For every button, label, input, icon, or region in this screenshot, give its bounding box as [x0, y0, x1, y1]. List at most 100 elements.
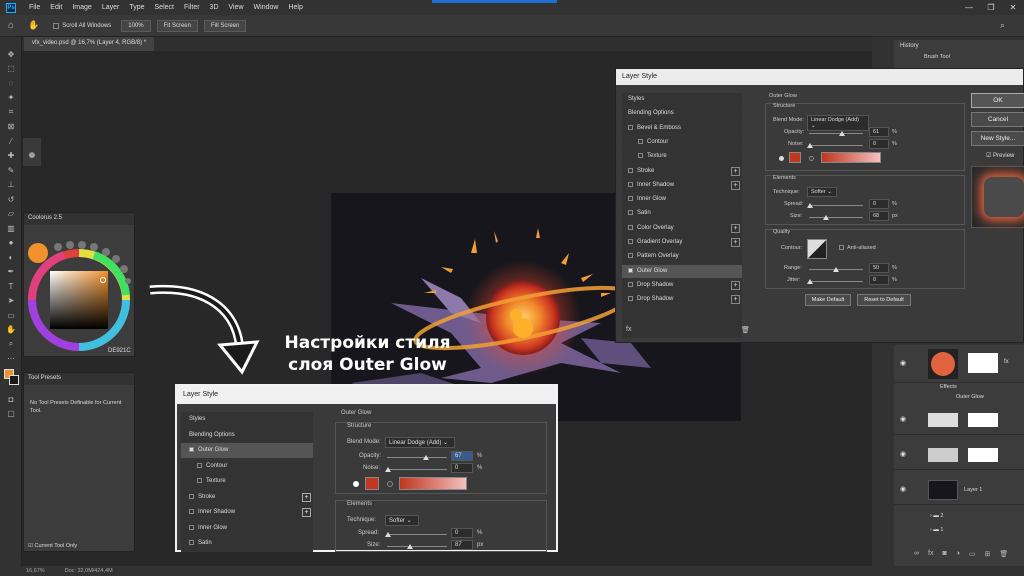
color-swatches[interactable] — [0, 366, 21, 392]
document-tab[interactable]: vfx_video.psd @ 16,7% (Layer 4, RGB/8) * — [24, 37, 155, 51]
size-slider[interactable] — [809, 217, 863, 218]
noise-input[interactable]: 0 — [451, 463, 473, 473]
style-item-satin[interactable]: Satin — [181, 536, 313, 552]
ok-button[interactable]: OK — [971, 93, 1024, 108]
menu-help[interactable]: Help — [283, 4, 307, 11]
eraser-tool-icon[interactable]: ▱ — [0, 207, 22, 222]
technique-select[interactable]: Softer ⌄ — [807, 187, 837, 197]
style-item-drop-shadow[interactable]: Drop Shadow + — [622, 279, 742, 294]
history-item[interactable]: Brush Tool — [894, 52, 1024, 62]
style-checkbox[interactable] — [638, 138, 643, 144]
noise-input[interactable]: 0 — [869, 139, 889, 149]
link-icon[interactable]: ∞ — [914, 550, 919, 564]
size-input[interactable]: 68 — [869, 211, 889, 221]
menu-window[interactable]: Window — [249, 4, 284, 11]
fx-menu-icon[interactable]: fx — [626, 326, 631, 333]
style-item-contour[interactable]: Contour — [622, 136, 742, 151]
visibility-icon[interactable]: ◉ — [900, 485, 906, 493]
menu-type[interactable]: Type — [124, 4, 149, 11]
glow-gradient-swatch[interactable] — [821, 152, 881, 163]
jitter-slider[interactable] — [809, 281, 863, 282]
blend-mode-select[interactable]: Linear Dodge (Add) ⌄ — [807, 115, 869, 131]
style-checkbox[interactable] — [628, 210, 633, 216]
style-checkbox[interactable] — [628, 124, 633, 130]
group-1[interactable]: › ▬ 1 — [930, 527, 943, 533]
style-checkbox[interactable] — [197, 478, 202, 483]
dodge-tool-icon[interactable]: ◐ — [0, 250, 22, 265]
brush-tool-icon[interactable]: ✎ — [0, 163, 22, 178]
type-tool-icon[interactable]: T — [0, 279, 22, 294]
size-input[interactable]: 87 — [451, 540, 473, 550]
fx-icon[interactable]: fx — [928, 550, 933, 564]
size-thumb[interactable] — [823, 215, 829, 220]
new-style-button[interactable]: New Style... — [971, 131, 1024, 146]
technique-select[interactable]: Softer ⌄ — [385, 515, 419, 526]
menu-filter[interactable]: Filter — [179, 4, 205, 11]
quick-mask-icon[interactable]: ◘ — [0, 392, 22, 407]
menu-select[interactable]: Select — [150, 4, 179, 11]
trash-icon[interactable]: 🗑 — [999, 550, 1008, 564]
new-layer-icon[interactable]: ⊞ — [985, 550, 991, 564]
eyedropper-icon[interactable]: ⁄ — [0, 134, 22, 149]
search-icon[interactable]: ⌕ — [1000, 20, 1005, 31]
blur-tool-icon[interactable]: ● — [0, 236, 22, 251]
noise-thumb[interactable] — [807, 143, 813, 148]
move-tool-icon[interactable]: ✥ — [0, 47, 22, 62]
spread-thumb[interactable] — [807, 203, 813, 208]
opacity-thumb[interactable] — [839, 131, 845, 136]
noise-slider[interactable] — [809, 145, 863, 146]
preview-checkbox[interactable]: ☑ Preview — [986, 152, 1014, 159]
style-checkbox[interactable] — [628, 296, 633, 302]
style-checkbox[interactable] — [189, 509, 194, 514]
healing-brush-icon[interactable]: ✚ — [0, 149, 22, 164]
shape-tool-icon[interactable]: ▭ — [0, 308, 22, 323]
add-style-icon[interactable]: + — [302, 508, 311, 517]
style-item-drop-shadow[interactable]: Drop Shadow + — [622, 293, 742, 308]
color-radio[interactable] — [779, 156, 784, 161]
gradient-tool-icon[interactable]: ▥ — [0, 221, 22, 236]
home-icon[interactable]: ⌂ — [8, 20, 14, 31]
noise-slider[interactable] — [387, 469, 447, 470]
style-checkbox[interactable] — [189, 447, 194, 452]
glow-color-swatch[interactable] — [365, 477, 379, 490]
menu-view[interactable]: View — [224, 4, 249, 11]
menu-layer[interactable]: Layer — [97, 4, 125, 11]
blend-mode-select[interactable]: Linear Dodge (Add) ⌄ — [385, 437, 455, 448]
style-item-texture[interactable]: Texture — [181, 474, 313, 490]
style-checkbox[interactable] — [628, 239, 633, 244]
color-radio[interactable] — [353, 481, 359, 487]
zoom-level[interactable]: 16,67% — [26, 568, 45, 574]
zoom-100-button[interactable]: 100% — [121, 19, 151, 32]
minimize-button[interactable]: — — [958, 0, 980, 15]
zoom-tool-icon[interactable]: ⌕ — [0, 337, 22, 352]
add-style-icon[interactable]: + — [731, 280, 740, 290]
trash-icon[interactable]: 🗑 — [741, 326, 750, 334]
style-checkbox[interactable] — [189, 540, 194, 545]
style-checkbox[interactable] — [628, 281, 633, 287]
menu-3d[interactable]: 3D — [205, 4, 224, 11]
style-item-outer-glow[interactable]: Outer Glow — [181, 443, 313, 459]
gradient-radio[interactable] — [809, 156, 814, 161]
style-item-blending-options[interactable]: Blending Options — [622, 107, 742, 122]
gradient-radio[interactable] — [387, 481, 393, 487]
add-style-icon[interactable]: + — [731, 295, 740, 305]
opacity-thumb[interactable] — [423, 455, 429, 460]
hex-value[interactable]: DE921C — [108, 348, 131, 354]
layer-row-smoke[interactable]: ◉ — [894, 405, 1024, 435]
style-item-color-overlay[interactable]: Color Overlay + — [622, 222, 742, 236]
style-item-inner-glow[interactable]: Inner Glow — [622, 193, 742, 208]
coolorus-panel-icon[interactable]: ❁ — [23, 151, 41, 160]
history-brush-icon[interactable]: ↺ — [0, 192, 22, 207]
opacity-input[interactable]: 67 — [451, 451, 473, 461]
style-checkbox[interactable] — [628, 253, 633, 259]
adjustment-icon[interactable]: ◑ — [956, 550, 960, 564]
scroll-all-checkbox[interactable] — [53, 22, 60, 29]
range-input[interactable]: 50 — [869, 263, 889, 273]
add-style-icon[interactable]: + — [302, 492, 311, 502]
style-checkbox[interactable] — [189, 524, 194, 530]
stamp-tool-icon[interactable]: ⊥ — [0, 178, 22, 193]
marquee-tool-icon[interactable]: ⬚ — [0, 62, 22, 77]
style-checkbox[interactable] — [189, 493, 194, 499]
make-default-button[interactable]: Make Default — [805, 294, 851, 306]
style-checkbox[interactable] — [628, 181, 633, 187]
